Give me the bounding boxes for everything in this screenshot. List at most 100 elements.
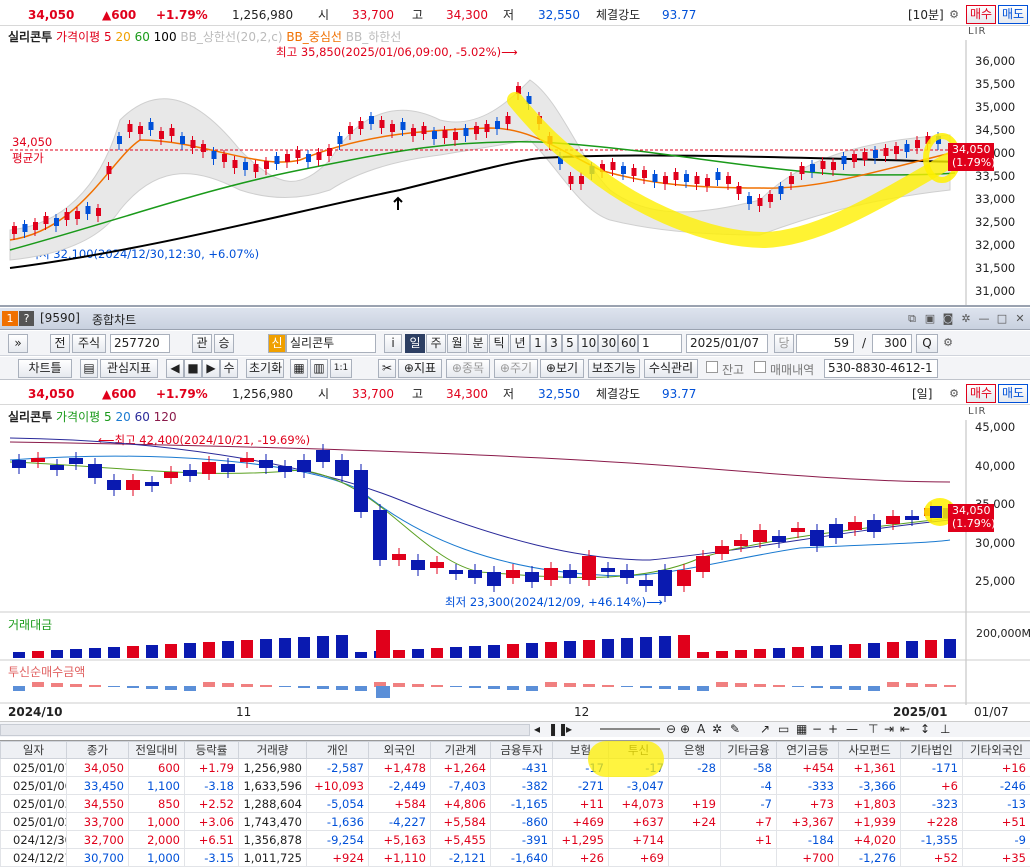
column-header[interactable]: 등락률 (185, 742, 239, 759)
reset-button[interactable]: 초기화 (246, 359, 284, 378)
n5-button[interactable]: 5 (562, 334, 578, 353)
all-button[interactable]: 전 (50, 334, 70, 353)
column-header[interactable]: 기타법인 (901, 742, 963, 759)
settings-icon[interactable]: ✲ (958, 311, 974, 327)
scissors-icon[interactable]: ✂ (378, 359, 396, 378)
indicator-button[interactable]: ⊕지표 (398, 359, 442, 378)
assist-button[interactable]: 보조기능 (588, 359, 640, 378)
column-header[interactable]: 금융투자 (491, 742, 553, 759)
account-select[interactable]: 530-8830-4612-1 (824, 359, 938, 378)
n1-button[interactable]: 1 (530, 334, 546, 353)
ratio-button[interactable]: 1:1 (330, 359, 352, 378)
column-header[interactable]: 기타금융 (721, 742, 777, 759)
text-tool-icon[interactable]: A (697, 722, 705, 736)
n3-button[interactable]: 3 (546, 334, 562, 353)
hline-tool-icon[interactable]: ⊤ (868, 722, 878, 736)
item-button[interactable]: ⊕종목 (446, 359, 490, 378)
table-row[interactable]: 025/01/0633,4501,100-3.181,633,596+10,09… (1, 777, 1030, 795)
total-input[interactable]: 300 (872, 334, 912, 353)
trades-checkbox[interactable] (754, 361, 766, 373)
camera-icon[interactable]: ◙ (940, 311, 956, 327)
table-row[interactable]: 025/01/0734,050600+1.791,256,980-2,587+1… (1, 759, 1030, 777)
draw-tool-icon[interactable]: ↗ (760, 722, 770, 736)
cross-tool-icon[interactable]: + (828, 722, 838, 736)
stock-name-field[interactable]: 실리콘투 (286, 334, 376, 353)
zoom-out-icon[interactable]: ⊖ (666, 722, 676, 736)
period-min-button[interactable]: 분 (468, 334, 488, 353)
n10-button[interactable]: 10 (578, 334, 598, 353)
interval-select[interactable]: 1 (638, 334, 682, 353)
stop-icon[interactable]: ■ (184, 359, 202, 378)
column-header[interactable]: 기타외국인 (963, 742, 1030, 759)
link-icon[interactable]: ⧉ (904, 311, 920, 327)
n60-button[interactable]: 60 (618, 334, 638, 353)
date-input[interactable]: 2025/01/07 (686, 334, 768, 353)
daily-buy-button[interactable]: 매수 (966, 384, 996, 403)
zoom-slider[interactable] (600, 728, 660, 730)
table-row[interactable]: 025/01/0233,7001,000+3.061,743,470-1,636… (1, 813, 1030, 831)
chart-scrollbar[interactable] (0, 724, 530, 736)
formula-button[interactable]: 수식관리 (644, 359, 698, 378)
zoom-in-icon[interactable]: ⊕ (680, 722, 690, 736)
chart-frame-button[interactable]: 차트틀 (18, 359, 72, 378)
table-row[interactable]: 024/12/3032,7002,000+6.511,356,878-9,254… (1, 831, 1030, 849)
balance-checkbox[interactable] (706, 361, 718, 373)
scale-mode-toggle[interactable]: LIR (968, 26, 986, 37)
shrink-tool-icon[interactable]: ⇤ (900, 722, 910, 736)
star-icon[interactable]: ✲ (712, 722, 722, 736)
column-header[interactable]: 거래량 (239, 742, 307, 759)
table-row[interactable]: 024/12/2730,7001,000-3.151,011,725+924+1… (1, 849, 1030, 867)
stock-button[interactable]: 주식 (72, 334, 106, 353)
pin-tool-icon[interactable]: ⊥ (940, 722, 950, 736)
scroll-right-icon[interactable]: ▸ (566, 722, 572, 736)
intraday-chart-canvas[interactable] (0, 40, 1030, 305)
column-header[interactable]: 개인 (307, 742, 369, 759)
zoom-icon[interactable]: Q (916, 334, 938, 353)
period-year-button[interactable]: 년 (510, 334, 530, 353)
count-input[interactable]: 59 (796, 334, 854, 353)
layout-icon[interactable]: ▣ (922, 311, 938, 327)
daily-chart-canvas[interactable] (0, 420, 1030, 740)
su-button[interactable]: 수 (220, 359, 238, 378)
expand-tool-icon[interactable]: ⇥ (884, 722, 894, 736)
save-icon[interactable]: ▤ (80, 359, 98, 378)
view-button[interactable]: ⊕보기 (540, 359, 584, 378)
toolbar-gear-icon[interactable]: ⚙ (940, 335, 956, 351)
minimize-icon[interactable]: — (976, 311, 992, 327)
seung-button[interactable]: 승 (214, 334, 234, 353)
column-header[interactable]: 외국인 (369, 742, 431, 759)
current-button[interactable]: 당 (774, 334, 794, 353)
grid-icon[interactable]: ▦ (290, 359, 308, 378)
watch-indicator-button[interactable]: 관심지표 (100, 359, 158, 378)
daily-scale-mode[interactable]: LIR (968, 406, 986, 417)
line-tool-icon[interactable]: — (846, 722, 858, 736)
period-tick-button[interactable]: 틱 (489, 334, 509, 353)
scroll-left-icon[interactable]: ◂ (534, 722, 540, 736)
daily-sell-button[interactable]: 매도 (998, 384, 1028, 403)
column-header[interactable]: 사모펀드 (839, 742, 901, 759)
next-icon[interactable]: ▶ (202, 359, 220, 378)
close-icon[interactable]: ✕ (1012, 311, 1028, 327)
n30-button[interactable]: 30 (598, 334, 618, 353)
period-month-button[interactable]: 월 (447, 334, 467, 353)
related-button[interactable]: 관 (192, 334, 212, 353)
stock-code-input[interactable]: 257720 (110, 334, 170, 353)
info-button[interactable]: i (384, 334, 402, 353)
eraser-icon[interactable]: ✎ (730, 722, 740, 736)
expand-button[interactable]: » (8, 334, 28, 353)
help-icon[interactable]: ? (19, 311, 34, 326)
column-header[interactable]: 전일대비 (129, 742, 185, 759)
period-week-button[interactable]: 주 (426, 334, 446, 353)
box-tool-icon[interactable]: ▭ (778, 722, 789, 736)
column-header[interactable]: 기관계 (431, 742, 491, 759)
minus-tool-icon[interactable]: − (812, 722, 822, 736)
period-day-button[interactable]: 일 (405, 334, 425, 353)
table-row[interactable]: 025/01/0334,550850+2.521,288,604-5,054+5… (1, 795, 1030, 813)
prev-icon[interactable]: ◀ (166, 359, 184, 378)
maximize-icon[interactable]: □ (994, 311, 1010, 327)
column-header[interactable]: 종가 (67, 742, 129, 759)
fit-tool-icon[interactable]: ↕ (920, 722, 930, 736)
column-header[interactable]: 연기금등 (777, 742, 839, 759)
grid-tool-icon[interactable]: ▦ (796, 722, 807, 736)
period-button[interactable]: ⊕주기 (494, 359, 538, 378)
